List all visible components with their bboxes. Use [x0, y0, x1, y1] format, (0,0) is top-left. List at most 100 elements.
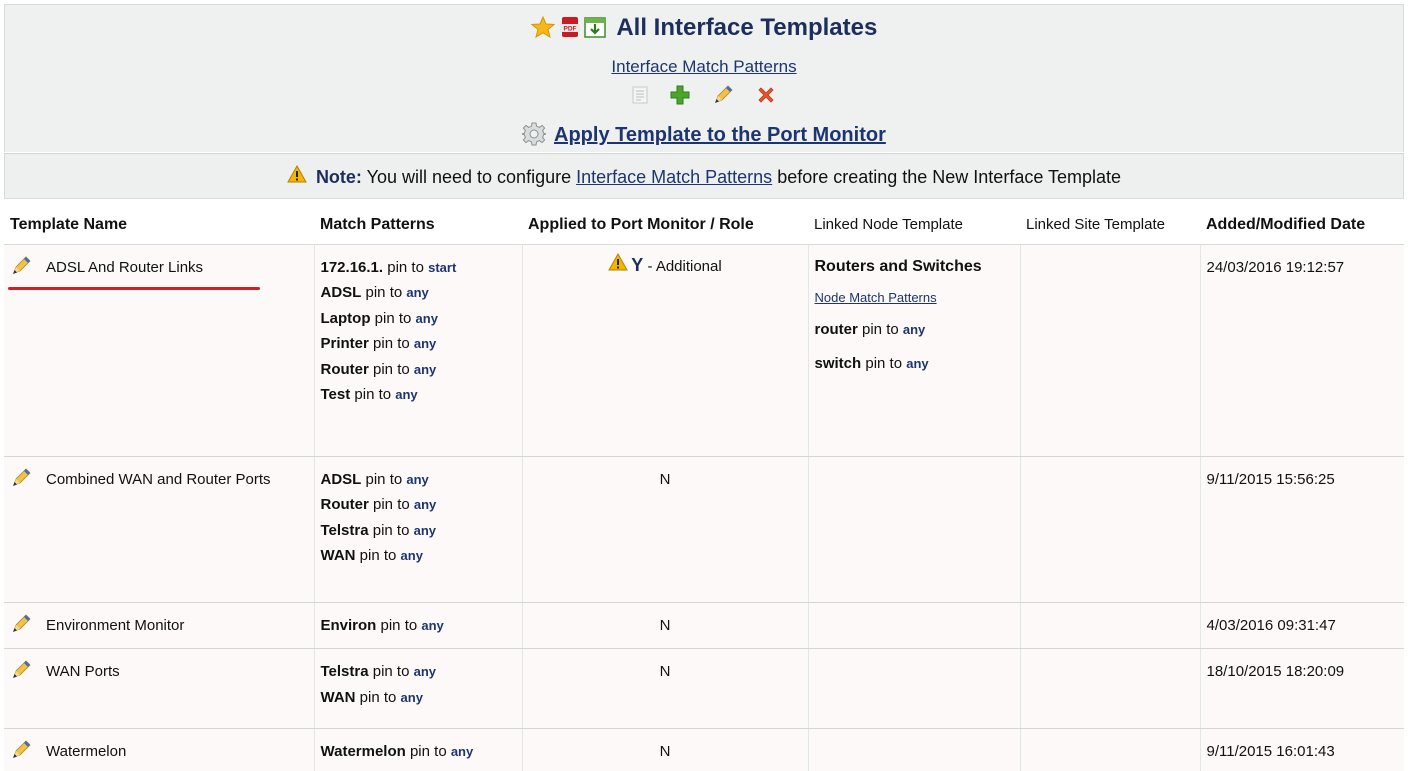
pattern-word: Router — [320, 496, 369, 513]
node-pattern: switch pin to any — [815, 347, 1014, 381]
pin-to-label: pin to — [405, 743, 451, 760]
pin-to-label: pin to — [368, 360, 414, 378]
templates-table: Template Name Match Patterns Applied to … — [4, 206, 1404, 771]
template-name-cell: Combined WAN and Router Ports — [4, 456, 315, 603]
pattern-anchor: any — [421, 617, 444, 633]
applied-cell: N — [522, 648, 809, 729]
pin-to-label: pin to — [350, 386, 396, 403]
pattern-word: 172.16.1. — [320, 258, 384, 276]
pin-to-label: pin to — [376, 616, 422, 634]
column-header-linked-site[interactable]: Linked Site Template — [1020, 206, 1200, 245]
template-name[interactable]: WAN Ports — [46, 663, 120, 680]
pin-to-label: pin to — [368, 335, 414, 352]
pattern-anchor: any — [395, 387, 418, 402]
applied-cell: Y - Additional — [522, 244, 809, 457]
document-icon[interactable] — [632, 86, 648, 107]
pattern-word: ADSL — [320, 470, 362, 488]
template-name[interactable]: ADSL And Router Links — [46, 259, 203, 276]
linked-node-cell — [808, 648, 1021, 729]
table-row: Combined WAN and Router Ports ADSL pin to… — [4, 456, 1404, 603]
template-name[interactable]: Environment Monitor — [46, 617, 184, 634]
pattern-anchor: any — [413, 522, 437, 538]
node-template-name: Routers and Switches — [814, 257, 982, 275]
pin-to-label: pin to — [368, 521, 414, 539]
pin-to-label: pin to — [861, 354, 907, 372]
apply-row: Apply Template to the Port Monitor — [5, 122, 1403, 149]
pattern-word: Environ — [320, 616, 377, 634]
warning-icon — [287, 154, 307, 200]
table-body: ADSL And Router Links 172.16.1. pin to st… — [4, 244, 1404, 771]
applied-cell: N — [522, 456, 809, 603]
table-row: Environment Monitor Environ pin to any N 4/… — [4, 602, 1404, 649]
template-name-cell: ADSL And Router Links — [4, 244, 315, 457]
page-header: PDF All Interface Templates Interface Ma… — [4, 4, 1404, 152]
pattern-word: WAN — [320, 547, 356, 564]
note-bar: Note: You will need to configure Interfa… — [4, 153, 1404, 199]
column-header-match-patterns[interactable]: Match Patterns — [314, 206, 522, 245]
table-row: Watermelon Watermelon pin to any N 9/11/201… — [4, 728, 1404, 771]
edit-template-icon[interactable] — [10, 739, 32, 765]
title-row: PDF All Interface Templates — [5, 14, 1403, 42]
pattern-anchor: any — [406, 471, 429, 487]
pattern-word: switch — [814, 354, 862, 372]
column-header-linked-node[interactable]: Linked Node Template — [808, 206, 1020, 245]
template-name[interactable]: Combined WAN and Router Ports — [46, 471, 271, 488]
template-name-cell: Watermelon — [4, 728, 315, 771]
linked-site-cell — [1020, 648, 1201, 729]
star-icon[interactable] — [530, 15, 555, 41]
pin-to-label: pin to — [368, 496, 414, 513]
template-name-cell: Environment Monitor — [4, 602, 315, 649]
pattern-word: Laptop — [320, 309, 371, 327]
applied-cell: N — [522, 728, 809, 771]
match-patterns-cell: 172.16.1. pin to start ADSL pin to any Lap… — [314, 244, 523, 457]
export-icon[interactable] — [584, 16, 607, 41]
pattern-word: WAN — [320, 688, 356, 706]
edit-template-icon[interactable] — [10, 613, 32, 639]
modified-date: 4/03/2016 09:31:47 — [1200, 602, 1404, 649]
interface-match-patterns-link[interactable]: Interface Match Patterns — [5, 57, 1403, 77]
pattern-anchor: start — [428, 259, 457, 275]
pdf-icon[interactable]: PDF — [559, 16, 581, 41]
node-match-patterns-link[interactable]: Node Match Patterns — [815, 290, 1014, 305]
pattern-word: Watermelon — [320, 743, 406, 760]
annotation-underline — [8, 286, 260, 290]
edit-template-icon[interactable] — [10, 467, 32, 493]
pattern-anchor: any — [413, 497, 437, 512]
pattern-word: Test — [320, 386, 351, 403]
applied-value: N — [659, 663, 671, 680]
pattern-anchor: any — [400, 548, 423, 563]
modified-date: 9/11/2015 16:01:43 — [1200, 728, 1404, 771]
linked-node-cell — [808, 602, 1021, 649]
template-name-cell: WAN Ports — [4, 648, 315, 729]
column-header-date[interactable]: Added/Modified Date — [1200, 206, 1404, 245]
gear-icon — [521, 122, 548, 149]
modified-date: 24/03/2016 19:12:57 — [1200, 244, 1404, 457]
pattern-word: Printer — [320, 335, 369, 352]
applied-value: N — [659, 743, 671, 760]
pattern-anchor: any — [413, 336, 437, 351]
pattern-anchor: any — [415, 310, 438, 326]
edit-template-icon[interactable] — [10, 659, 32, 685]
template-name[interactable]: Watermelon — [46, 743, 126, 760]
pin-to-label: pin to — [361, 470, 407, 488]
delete-icon[interactable] — [756, 85, 776, 108]
pattern-anchor: any — [406, 285, 429, 300]
pattern-anchor: any — [906, 355, 929, 371]
table-row: WAN Ports Telstra pin to any WAN pin to an… — [4, 648, 1404, 729]
match-pattern: Environ pin to any — [321, 609, 516, 643]
column-header-template-name[interactable]: Template Name — [4, 206, 314, 245]
note-match-patterns-link[interactable]: Interface Match Patterns — [576, 167, 772, 187]
toolbar — [5, 84, 1403, 109]
node-pattern: router pin to any — [815, 313, 1014, 347]
edit-icon[interactable] — [712, 84, 734, 109]
pin-to-label: pin to — [361, 284, 407, 301]
apply-template-link[interactable]: Apply Template to the Port Monitor — [554, 124, 886, 146]
pin-to-label: pin to — [383, 258, 429, 276]
pattern-anchor: any — [413, 664, 437, 679]
svg-text:PDF: PDF — [563, 25, 576, 32]
pin-to-label: pin to — [355, 688, 401, 706]
edit-template-icon[interactable] — [10, 255, 32, 281]
pattern-word: Telstra — [320, 521, 369, 539]
column-header-applied[interactable]: Applied to Port Monitor / Role — [522, 206, 808, 245]
add-icon[interactable] — [670, 85, 690, 108]
